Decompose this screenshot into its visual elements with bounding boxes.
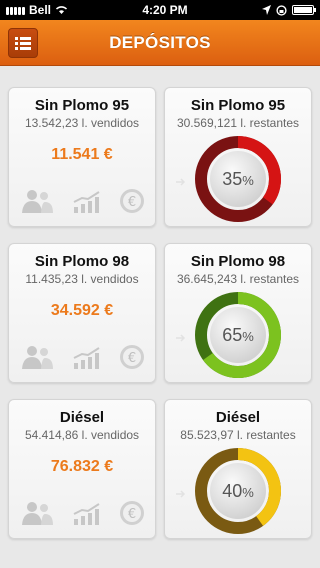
fuel-name: Sin Plomo 98 bbox=[190, 253, 286, 270]
status-left: Bell bbox=[6, 3, 68, 17]
arrow-icon bbox=[176, 334, 186, 342]
fuel-name: Sin Plomo 95 bbox=[190, 97, 286, 114]
status-bar: Bell 4:20 PM bbox=[0, 0, 320, 20]
euro-icon[interactable]: € bbox=[119, 500, 145, 526]
page-title: DEPÓSITOS bbox=[109, 32, 211, 52]
arrow-icon bbox=[176, 490, 186, 498]
svg-text:€: € bbox=[128, 507, 136, 522]
stats-icon[interactable] bbox=[72, 502, 102, 526]
action-icons: € bbox=[19, 188, 145, 214]
sales-amount: 11.541 € bbox=[51, 146, 113, 163]
stats-icon[interactable] bbox=[72, 190, 102, 214]
location-icon bbox=[262, 5, 271, 15]
gauge-label: 40% bbox=[195, 448, 281, 534]
list-icon bbox=[15, 37, 31, 50]
customers-icon[interactable] bbox=[19, 188, 55, 214]
status-right bbox=[262, 4, 316, 16]
signal-icon bbox=[6, 6, 25, 15]
customers-icon[interactable] bbox=[19, 344, 55, 370]
level-percent: 35 bbox=[222, 168, 243, 189]
svg-text:€: € bbox=[128, 351, 136, 366]
sales-amount: 76.832 € bbox=[50, 458, 114, 475]
gauge-label: 65% bbox=[195, 292, 281, 378]
level-percent: 40 bbox=[222, 480, 243, 501]
wifi-icon bbox=[55, 6, 68, 14]
menu-button[interactable] bbox=[8, 28, 38, 58]
fuel-name: Diésel bbox=[215, 409, 261, 426]
action-icons: € bbox=[19, 500, 145, 526]
action-icons: € bbox=[19, 344, 145, 370]
rotation-lock-icon bbox=[276, 4, 287, 16]
percent-sign: % bbox=[242, 329, 254, 344]
level-gauge: 65% bbox=[195, 292, 281, 378]
carrier-label: Bell bbox=[29, 3, 52, 17]
volume-remaining: 85.523,97 l. restantes bbox=[180, 428, 296, 442]
nav-bar: DEPÓSITOS bbox=[0, 20, 320, 66]
volume-sold: 54.414,86 l. vendidos bbox=[24, 428, 140, 442]
stats-icon[interactable] bbox=[72, 346, 102, 370]
level-percent: 65 bbox=[222, 324, 243, 345]
tank-card[interactable]: Sin Plomo 95 30.569,121 l. restantes 35% bbox=[164, 87, 312, 227]
arrow-icon bbox=[176, 178, 186, 186]
percent-sign: % bbox=[242, 173, 254, 188]
gauge-label: 35% bbox=[195, 136, 281, 222]
volume-sold: 13.542,23 l. vendidos bbox=[24, 116, 140, 130]
euro-icon[interactable]: € bbox=[119, 188, 145, 214]
sales-card[interactable]: Sin Plomo 95 13.542,23 l. vendidos 11.54… bbox=[8, 87, 156, 227]
euro-icon[interactable]: € bbox=[119, 344, 145, 370]
level-gauge: 40% bbox=[195, 448, 281, 534]
sales-card[interactable]: Diésel 54.414,86 l. vendidos 76.832 € € bbox=[8, 399, 156, 539]
customers-icon[interactable] bbox=[19, 500, 55, 526]
sales-card[interactable]: Sin Plomo 98 11.435,23 l. vendidos 34.59… bbox=[8, 243, 156, 383]
tank-card[interactable]: Sin Plomo 98 36.645,243 l. restantes 65% bbox=[164, 243, 312, 383]
time-label: 4:20 PM bbox=[142, 3, 188, 17]
sales-amount: 34.592 € bbox=[50, 302, 114, 319]
level-gauge: 35% bbox=[195, 136, 281, 222]
percent-sign: % bbox=[242, 485, 254, 500]
volume-remaining: 36.645,243 l. restantes bbox=[176, 272, 300, 286]
volume-sold: 11.435,23 l. vendidos bbox=[25, 272, 139, 286]
battery-icon bbox=[292, 5, 316, 15]
fuel-name: Sin Plomo 98 bbox=[34, 253, 130, 270]
tank-card[interactable]: Diésel 85.523,97 l. restantes 40% bbox=[164, 399, 312, 539]
svg-text:€: € bbox=[128, 195, 136, 210]
fuel-name: Diésel bbox=[59, 409, 105, 426]
volume-remaining: 30.569,121 l. restantes bbox=[176, 116, 300, 130]
fuel-name: Sin Plomo 95 bbox=[34, 97, 130, 114]
